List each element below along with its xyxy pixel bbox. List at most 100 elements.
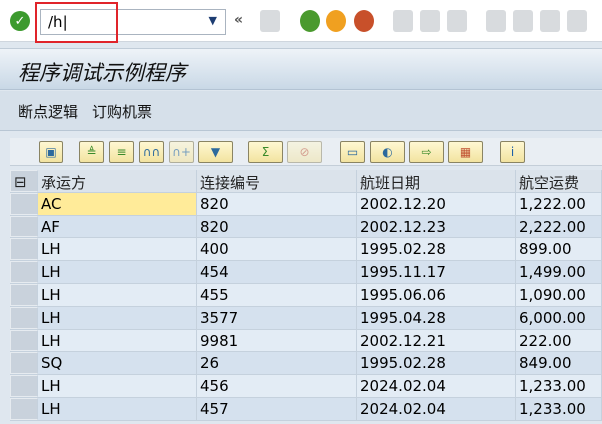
- views-icon[interactable]: ◐: [370, 141, 405, 163]
- menu-item-breakpoint-logic[interactable]: 断点逻辑: [18, 101, 78, 122]
- table-cell[interactable]: 400: [197, 238, 357, 261]
- save-icon[interactable]: [260, 10, 280, 32]
- row-selector[interactable]: [10, 261, 38, 283]
- enter-check-icon[interactable]: ✓: [10, 11, 30, 31]
- row-selector[interactable]: [10, 397, 38, 420]
- table-cell[interactable]: 1995.02.28: [357, 352, 516, 375]
- row-selector[interactable]: [10, 215, 38, 238]
- table-row[interactable]: LH 9981 2002.12.21 222.00: [10, 329, 602, 353]
- table-cell[interactable]: 26: [197, 352, 357, 375]
- application-menu: 断点逻辑 订购机票: [0, 91, 602, 131]
- table-cell[interactable]: 9981: [197, 329, 357, 352]
- row-selector[interactable]: [10, 306, 38, 329]
- collapse-icon[interactable]: «: [234, 12, 243, 28]
- sum-icon[interactable]: Σ: [248, 141, 283, 163]
- table-cell[interactable]: LH: [38, 238, 197, 261]
- table-row[interactable]: LH 3577 1995.04.28 6,000.00: [10, 306, 602, 330]
- table-cell[interactable]: 457: [197, 397, 357, 420]
- row-selector[interactable]: [10, 352, 38, 375]
- cancel-icon[interactable]: [354, 10, 374, 32]
- table-row[interactable]: AF 820 2002.12.23 2,222.00: [10, 215, 602, 239]
- row-selector[interactable]: [10, 238, 38, 261]
- table-cell[interactable]: 454: [197, 261, 357, 283]
- row-selector[interactable]: [10, 192, 38, 215]
- find-icon[interactable]: [420, 10, 440, 32]
- table-cell[interactable]: 1,233.00: [516, 397, 602, 420]
- export-icon[interactable]: ⇨: [409, 141, 444, 163]
- info-icon[interactable]: i: [500, 141, 525, 163]
- row-selector[interactable]: [10, 329, 38, 352]
- find-next-icon[interactable]: ∩+: [169, 141, 194, 163]
- table-cell[interactable]: SQ: [38, 352, 197, 375]
- table-cell[interactable]: 6,000.00: [516, 306, 602, 329]
- column-header[interactable]: 连接编号: [197, 170, 357, 192]
- table-cell[interactable]: 1,090.00: [516, 283, 602, 306]
- table-cell[interactable]: LH: [38, 261, 197, 283]
- table-row[interactable]: LH 457 2024.02.04 1,233.00: [10, 397, 602, 421]
- table-cell[interactable]: 820: [197, 192, 357, 215]
- table-cell[interactable]: 820: [197, 215, 357, 238]
- table-cell[interactable]: 849.00: [516, 352, 602, 375]
- back-icon[interactable]: [300, 10, 320, 32]
- table-cell[interactable]: 1,499.00: [516, 261, 602, 283]
- find-icon[interactable]: ∩∩: [139, 141, 164, 163]
- table-cell[interactable]: 3577: [197, 306, 357, 329]
- first-page-icon[interactable]: [486, 10, 506, 32]
- print-icon[interactable]: [393, 10, 413, 32]
- table-row[interactable]: AC 820 2002.12.20 1,222.00: [10, 192, 602, 216]
- table-cell[interactable]: 1,233.00: [516, 375, 602, 397]
- table-cell[interactable]: 2002.12.20: [357, 192, 516, 215]
- table-cell[interactable]: LH: [38, 329, 197, 352]
- table-cell[interactable]: 222.00: [516, 329, 602, 352]
- table-cell[interactable]: 456: [197, 375, 357, 397]
- table-cell[interactable]: 1,222.00: [516, 192, 602, 215]
- row-selector[interactable]: [10, 283, 38, 306]
- table-cell[interactable]: 2002.12.23: [357, 215, 516, 238]
- table-cell[interactable]: AF: [38, 215, 197, 238]
- alv-toolbar: ▣ ≜ ≡ ∩∩ ∩+ ▼ Σ ⊘ ▭ ◐ ⇨ ▦ i: [10, 138, 602, 166]
- table-cell[interactable]: LH: [38, 397, 197, 420]
- select-all-icon[interactable]: ⊟: [10, 170, 38, 192]
- sort-descending-icon[interactable]: ≡: [109, 141, 134, 163]
- sort-ascending-icon[interactable]: ≜: [79, 141, 104, 163]
- column-header[interactable]: 航空运费: [516, 170, 602, 192]
- exit-icon[interactable]: [326, 10, 346, 32]
- table-cell[interactable]: LH: [38, 283, 197, 306]
- table-cell[interactable]: 455: [197, 283, 357, 306]
- table-row[interactable]: LH 455 1995.06.06 1,090.00: [10, 283, 602, 307]
- page-title: 程序调试示例程序: [18, 61, 186, 85]
- next-page-icon[interactable]: [540, 10, 560, 32]
- table-row[interactable]: LH 400 1995.02.28 899.00: [10, 238, 602, 262]
- find-next-icon[interactable]: [447, 10, 467, 32]
- table-cell[interactable]: 1995.02.28: [357, 238, 516, 261]
- details-icon[interactable]: ▣: [39, 141, 63, 163]
- print-preview-icon[interactable]: ▭: [340, 141, 365, 163]
- table-cell[interactable]: 1995.04.28: [357, 306, 516, 329]
- table-cell[interactable]: 899.00: [516, 238, 602, 261]
- table-cell[interactable]: LH: [38, 375, 197, 397]
- system-toolbar: ✓ /h| ▼ «: [0, 0, 602, 43]
- table-cell[interactable]: 1995.06.06: [357, 283, 516, 306]
- table-cell[interactable]: 1995.11.17: [357, 261, 516, 283]
- table-cell[interactable]: AC: [38, 192, 197, 215]
- previous-page-icon[interactable]: [513, 10, 533, 32]
- column-header[interactable]: 航班日期: [357, 170, 516, 192]
- highlight-box: [35, 2, 118, 43]
- chevron-down-icon[interactable]: ▼: [209, 14, 217, 27]
- menu-item-book-flight[interactable]: 订购机票: [92, 101, 152, 122]
- table-cell[interactable]: 2024.02.04: [357, 397, 516, 420]
- layout-icon[interactable]: ▦: [448, 141, 483, 163]
- row-selector[interactable]: [10, 375, 38, 397]
- column-header[interactable]: 承运方: [38, 170, 197, 192]
- table-header: ⊟ 承运方 连接编号 航班日期 航空运费: [10, 170, 602, 193]
- table-cell[interactable]: 2002.12.21: [357, 329, 516, 352]
- table-row[interactable]: LH 454 1995.11.17 1,499.00: [10, 261, 602, 284]
- table-cell[interactable]: LH: [38, 306, 197, 329]
- table-cell[interactable]: 2024.02.04: [357, 375, 516, 397]
- last-page-icon[interactable]: [567, 10, 587, 32]
- subtotal-icon[interactable]: ⊘: [287, 141, 322, 163]
- table-row[interactable]: SQ 26 1995.02.28 849.00: [10, 352, 602, 376]
- table-cell[interactable]: 2,222.00: [516, 215, 602, 238]
- table-row[interactable]: LH 456 2024.02.04 1,233.00: [10, 375, 602, 398]
- filter-icon[interactable]: ▼: [198, 141, 233, 163]
